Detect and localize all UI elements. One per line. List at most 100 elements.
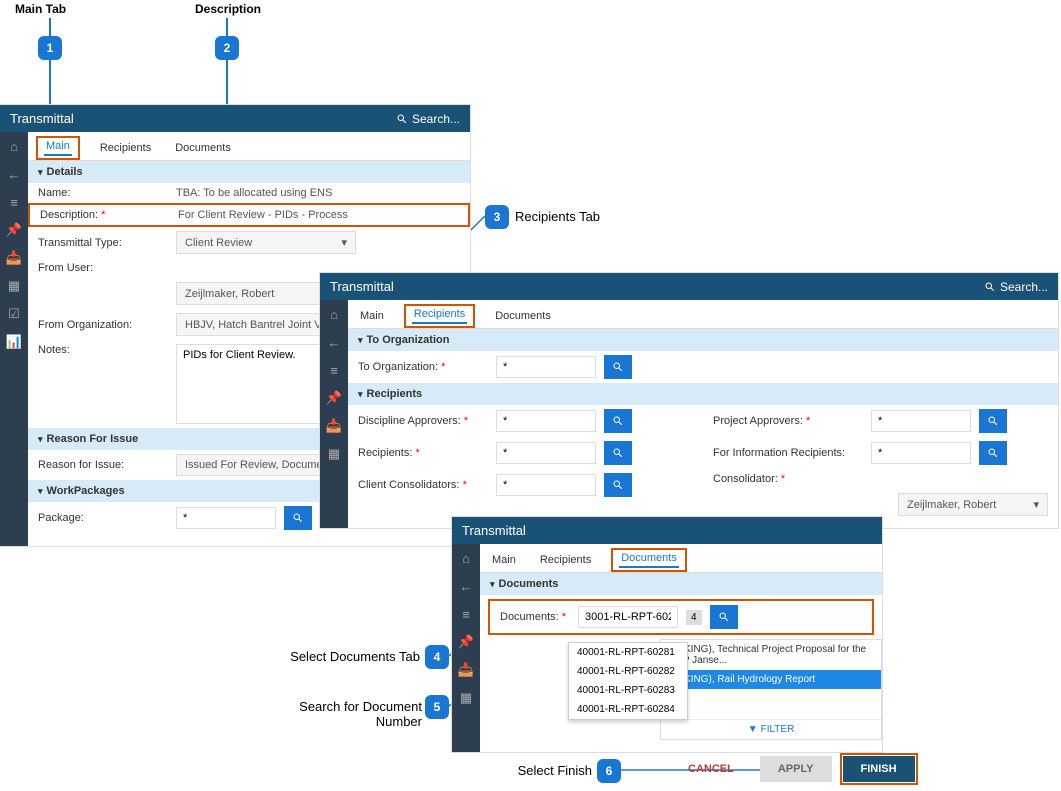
tab-documents[interactable]: Documents — [619, 550, 679, 568]
sidebar-inbox-icon[interactable]: 📥 — [320, 412, 348, 440]
sidebar-grid-icon[interactable]: ▦ — [0, 272, 28, 300]
sidebar-pin-icon[interactable]: 📌 — [320, 384, 348, 412]
search-icon — [396, 113, 408, 125]
search-icon — [612, 479, 624, 491]
tab-documents[interactable]: Documents — [491, 304, 555, 328]
chevron-down-icon: ▾ — [1033, 498, 1039, 511]
desc-value[interactable]: For Client Review - PIDs - Process — [178, 209, 458, 221]
client-search-button[interactable] — [604, 473, 632, 497]
forinfo-search-button[interactable] — [979, 441, 1007, 465]
sidebar: ⌂ ← ≡ 📌 📥 ▦ ☑ 📊 — [0, 132, 28, 546]
recip-input[interactable] — [496, 442, 596, 464]
section-toorg[interactable]: To Organization — [348, 329, 1058, 351]
dropdown-item[interactable]: 40001-RL-RPT-60282 — [569, 662, 687, 681]
package-search-button[interactable] — [284, 506, 312, 530]
chevron-down-icon: ▾ — [341, 236, 347, 249]
toorg-label: To Organization: * — [358, 361, 488, 373]
result-row-selected[interactable]: ORKING), Rail Hydrology Report — [661, 670, 881, 689]
callout-label-1: Main Tab — [15, 2, 66, 16]
sidebar-home-icon[interactable]: ⌂ — [0, 132, 28, 160]
search-icon — [612, 361, 624, 373]
section-details[interactable]: Details — [28, 161, 470, 183]
search-text: Search... — [412, 112, 460, 126]
callout-label-5: Search for Document Number — [252, 699, 422, 729]
docs-search-button[interactable] — [710, 605, 738, 629]
tab-documents[interactable]: Documents — [171, 136, 235, 160]
proj-input[interactable] — [871, 410, 971, 432]
sidebar-inbox-icon[interactable]: 📥 — [452, 656, 480, 684]
search-link[interactable]: Search... — [396, 112, 460, 126]
recip-search-button[interactable] — [604, 441, 632, 465]
sidebar-tasks-icon[interactable]: ☑ — [0, 300, 28, 328]
required-icon: * — [464, 415, 468, 427]
tab-main[interactable]: Main — [44, 138, 72, 156]
panel-header: Transmittal — [452, 517, 882, 544]
sidebar-back-icon[interactable]: ← — [452, 572, 480, 600]
callout-label-4: Select Documents Tab — [290, 649, 420, 664]
search-icon — [292, 512, 304, 524]
callout-badge-2: 2 — [215, 36, 239, 60]
toorg-input[interactable] — [496, 356, 596, 378]
section-documents[interactable]: Documents — [480, 573, 882, 595]
sidebar-pin-icon[interactable]: 📌 — [452, 628, 480, 656]
search-icon — [612, 447, 624, 459]
sidebar-chart-icon[interactable]: 📊 — [0, 328, 28, 356]
cancel-button[interactable]: CANCEL — [670, 756, 752, 782]
sidebar-list-icon[interactable]: ≡ — [320, 356, 348, 384]
tabs: Main Recipients Documents — [348, 300, 1058, 329]
section-recipients[interactable]: Recipients — [348, 383, 1058, 405]
dropdown-item[interactable]: 40001-RL-RPT-60283 — [569, 681, 687, 700]
disc-input[interactable] — [496, 410, 596, 432]
search-link[interactable]: Search... — [984, 280, 1048, 294]
from-user-label: From User: — [38, 262, 168, 274]
callout-badge-3: 3 — [485, 205, 509, 229]
filter-link[interactable]: ▼ FILTER — [665, 724, 877, 735]
toorg-search-button[interactable] — [604, 355, 632, 379]
package-input[interactable] — [176, 507, 276, 529]
panel-recipients: Transmittal Search... ⌂ ← ≡ 📌 📥 ▦ Main R… — [320, 273, 1058, 528]
dropdown-item[interactable]: 40001-RL-RPT-60281 — [569, 643, 687, 662]
required-icon: * — [441, 361, 445, 373]
panel-documents: Transmittal ⌂ ← ≡ 📌 📥 ▦ Main Recipients … — [452, 517, 882, 752]
sidebar-inbox-icon[interactable]: 📥 — [0, 244, 28, 272]
required-icon: * — [415, 447, 419, 459]
finish-button[interactable]: FINISH — [843, 756, 915, 782]
tab-recipients[interactable]: Recipients — [536, 548, 595, 572]
sidebar-grid-icon[interactable]: ▦ — [320, 440, 348, 468]
sidebar-home-icon[interactable]: ⌂ — [452, 544, 480, 572]
name-value: TBA: To be allocated using ENS — [176, 187, 460, 199]
search-icon — [987, 447, 999, 459]
proj-search-button[interactable] — [979, 409, 1007, 433]
docs-count-badge: 4 — [686, 610, 702, 625]
sidebar-grid-icon[interactable]: ▦ — [452, 684, 480, 712]
docs-input[interactable] — [578, 606, 678, 628]
proj-label: Project Approvers: * — [713, 415, 863, 427]
sidebar-back-icon[interactable]: ← — [320, 328, 348, 356]
client-input[interactable] — [496, 474, 596, 496]
callout-label-2: Description — [195, 2, 261, 16]
disc-search-button[interactable] — [604, 409, 632, 433]
sidebar-back-icon[interactable]: ← — [0, 160, 28, 188]
tab-recipients[interactable]: Recipients — [96, 136, 155, 160]
sidebar-pin-icon[interactable]: 📌 — [0, 216, 28, 244]
type-select[interactable]: Client Review▾ — [176, 231, 356, 254]
tab-documents-highlight: Documents — [611, 548, 687, 572]
sidebar-home-icon[interactable]: ⌂ — [320, 300, 348, 328]
required-icon: * — [781, 473, 785, 485]
tabs: Main Recipients Documents — [480, 544, 882, 573]
cons-select[interactable]: Zeijlmaker, Robert▾ — [898, 493, 1048, 516]
sidebar: ⌂ ← ≡ 📌 📥 ▦ — [452, 544, 480, 752]
required-icon: * — [101, 209, 105, 221]
from-org-label: From Organization: — [38, 319, 168, 331]
tab-main[interactable]: Main — [488, 548, 520, 572]
result-row[interactable]: ORKING), Technical Project Proposal for … — [661, 640, 881, 670]
tab-main[interactable]: Main — [356, 304, 388, 328]
apply-button[interactable]: APPLY — [760, 756, 832, 782]
tab-recipients[interactable]: Recipients — [412, 306, 467, 324]
search-icon — [984, 281, 996, 293]
forinfo-input[interactable] — [871, 442, 971, 464]
sidebar-list-icon[interactable]: ≡ — [452, 600, 480, 628]
dropdown-item[interactable]: 40001-RL-RPT-60284 — [569, 700, 687, 719]
client-label: Client Consolidators: * — [358, 479, 488, 491]
sidebar-list-icon[interactable]: ≡ — [0, 188, 28, 216]
